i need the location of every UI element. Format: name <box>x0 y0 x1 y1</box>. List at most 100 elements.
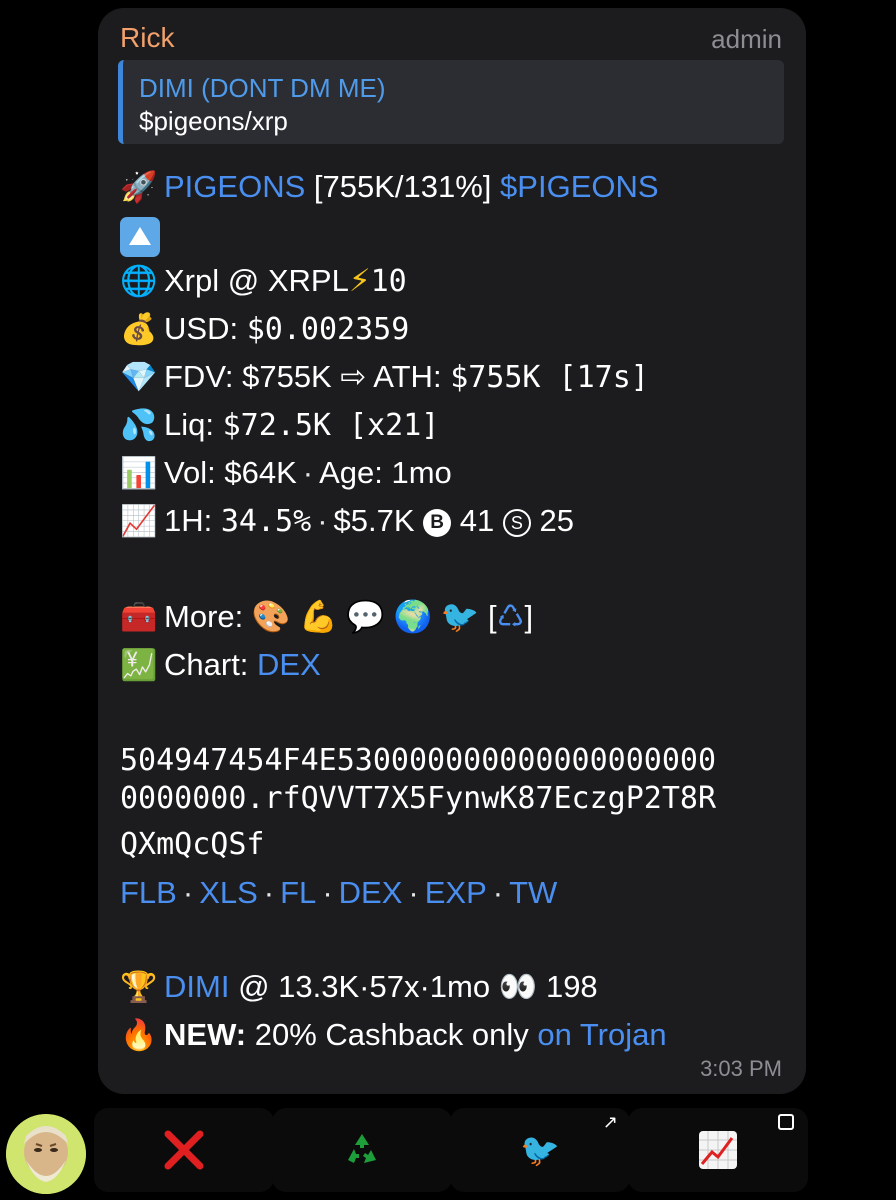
gem-icon: 💎 <box>120 360 158 395</box>
palette-icon[interactable]: 🎨 <box>252 599 291 634</box>
trojan-link[interactable]: on Trojan <box>537 1017 666 1052</box>
separator-dot: · <box>322 875 333 910</box>
usd-value: $0.002359 <box>246 312 410 347</box>
recycle-button[interactable] <box>272 1108 452 1192</box>
chart-line: 💹 Chart: DEX <box>120 642 321 688</box>
link-fl[interactable]: FL <box>280 875 316 910</box>
buys-count: 41 <box>459 503 495 538</box>
liq-value: $72.5K [x21] <box>222 408 440 443</box>
ath-label: ATH: <box>373 359 442 394</box>
bar-chart-icon: 📊 <box>120 456 158 491</box>
external-link-arrow-icon: ↗ <box>602 1112 618 1132</box>
fdv-label: FDV: <box>164 359 234 394</box>
bird-icon: 🐦 <box>520 1132 560 1168</box>
separator-dot: · <box>408 875 419 910</box>
reply-quote[interactable]: DIMI (DONT DM ME) $pigeons/xrp <box>118 60 784 144</box>
speech-bubble-icon[interactable]: 💬 <box>346 599 385 634</box>
fdv-value: $755K <box>242 359 332 394</box>
separator-dot: · <box>182 875 194 910</box>
liq-line: 💦 Liq: $72.5K [x21] <box>120 402 439 448</box>
new-text: 20% Cashback only <box>254 1017 529 1052</box>
bracket-open: [ <box>488 599 497 634</box>
message-time: 3:03 PM <box>700 1056 782 1081</box>
sells-s-icon: S <box>502 508 531 537</box>
age-label: Age: <box>319 455 383 490</box>
link-exp[interactable]: EXP <box>425 875 487 910</box>
up-arrow-button-icon <box>120 216 160 257</box>
trophy-line: 🏆 DIMI @ 13.3K·57x·1mo 👀 198 <box>120 964 598 1010</box>
chain-text: Xrpl @ XRPL <box>164 263 349 298</box>
bracket-close: ] <box>524 599 534 634</box>
token-name-link[interactable]: PIGEONS <box>164 169 305 204</box>
fdv-line: 💎 FDV: $755K ⇨ ATH: $755K [17s] <box>120 354 649 400</box>
rocket-icon: 🚀 <box>120 170 158 205</box>
message-bubble[interactable]: Rick admin DIMI (DONT DM ME) $pigeons/xr… <box>98 8 806 1094</box>
usd-label: USD: <box>164 311 239 346</box>
recycle-link-icon[interactable]: ♺ <box>497 599 525 634</box>
link-xls[interactable]: XLS <box>199 875 258 910</box>
chain-line: 🌐 Xrpl @ XRPL⚡10 <box>120 258 407 304</box>
separator-dot: · <box>492 875 504 910</box>
trophy-icon: 🏆 <box>120 970 158 1005</box>
vol-value: $64K <box>224 455 297 490</box>
flexed-biceps-icon[interactable]: 💪 <box>299 599 338 634</box>
new-line: 🔥 NEW: 20% Cashback only on Trojan <box>120 1012 667 1058</box>
more-label: More: <box>164 599 244 634</box>
globe-icon: 🌐 <box>120 264 158 299</box>
eyes-count: 198 <box>545 969 598 1004</box>
avatar[interactable] <box>6 1114 86 1194</box>
up-arrow-line <box>120 212 160 258</box>
age-value: 1mo <box>391 455 452 490</box>
sender-role-badge: admin <box>711 24 782 54</box>
link-tw[interactable]: TW <box>509 875 557 910</box>
h1-line: 📈 1H: 34.5% · $5.7K B 41 S 25 <box>120 498 574 544</box>
fire-icon: 🔥 <box>120 1018 158 1053</box>
globe-earth-icon[interactable]: 🌍 <box>394 599 433 634</box>
separator-dot: · <box>263 875 275 910</box>
separator-dot: · <box>317 503 328 538</box>
recycle-icon <box>342 1130 382 1170</box>
bolt-count: 10 <box>370 264 407 299</box>
reply-author: DIMI (DONT DM ME) <box>139 73 386 103</box>
close-x-icon <box>164 1130 204 1170</box>
lightning-icon: ⚡ <box>348 263 371 298</box>
sweat-droplets-icon: 💦 <box>120 408 158 443</box>
address-line-2[interactable]: 0000000.rfQVVT7X5FynwK87EczgP2T8R <box>120 776 716 822</box>
token-title-line: 🚀 PIGEONS [755K/131%] $PIGEONS <box>120 164 659 210</box>
h1-percent: 34.5% <box>220 504 312 539</box>
bird-icon[interactable]: 🐦 <box>441 599 480 634</box>
buys-b-icon: B <box>423 508 452 537</box>
ath-value: $755K [17s] <box>450 360 649 395</box>
vol-line: 📊 Vol: $64K · Age: 1mo <box>120 450 452 496</box>
new-label: NEW: <box>164 1017 247 1052</box>
chart-increasing-icon: 📈 <box>120 504 158 539</box>
dimi-link[interactable]: DIMI <box>164 969 229 1004</box>
chart-increasing-icon <box>699 1131 737 1169</box>
sender-name[interactable]: Rick <box>120 22 174 54</box>
close-button[interactable] <box>94 1108 274 1192</box>
chart-button[interactable] <box>628 1108 808 1192</box>
money-bag-icon: 💰 <box>120 312 158 347</box>
address-line-3[interactable]: QXmQcQSf <box>120 822 265 868</box>
more-line: 🧰 More: 🎨 💪 💬 🌍 🐦 [♺] <box>120 594 533 640</box>
token-stats: [755K/131%] <box>313 169 492 204</box>
window-square-icon <box>778 1114 794 1130</box>
eyes-icon: 👀 <box>498 969 538 1004</box>
right-arrow-icon: ⇨ <box>340 359 367 394</box>
chart-with-upwards-trend-and-yen-icon: 💹 <box>120 648 158 683</box>
link-dex[interactable]: DEX <box>339 875 403 910</box>
inline-keyboard: 🐦 ↗ <box>0 1100 896 1200</box>
token-ticker-link[interactable]: $PIGEONS <box>500 169 659 204</box>
links-line: FLB · XLS · FL · DEX · EXP · TW <box>120 870 557 916</box>
bird-link-button[interactable]: 🐦 ↗ <box>450 1108 630 1192</box>
toolbox-icon: 🧰 <box>120 600 158 635</box>
trophy-text: @ 13.3K·57x·1mo <box>238 969 491 1004</box>
separator-dot: · <box>302 455 314 490</box>
sells-count: 25 <box>539 503 574 538</box>
chart-dex-link[interactable]: DEX <box>257 647 321 682</box>
link-flb[interactable]: FLB <box>120 875 177 910</box>
h1-usd: $5.7K <box>333 503 415 538</box>
liq-label: Liq: <box>164 407 214 442</box>
reply-text: $pigeons/xrp <box>139 106 288 136</box>
vol-label: Vol: <box>164 455 216 490</box>
